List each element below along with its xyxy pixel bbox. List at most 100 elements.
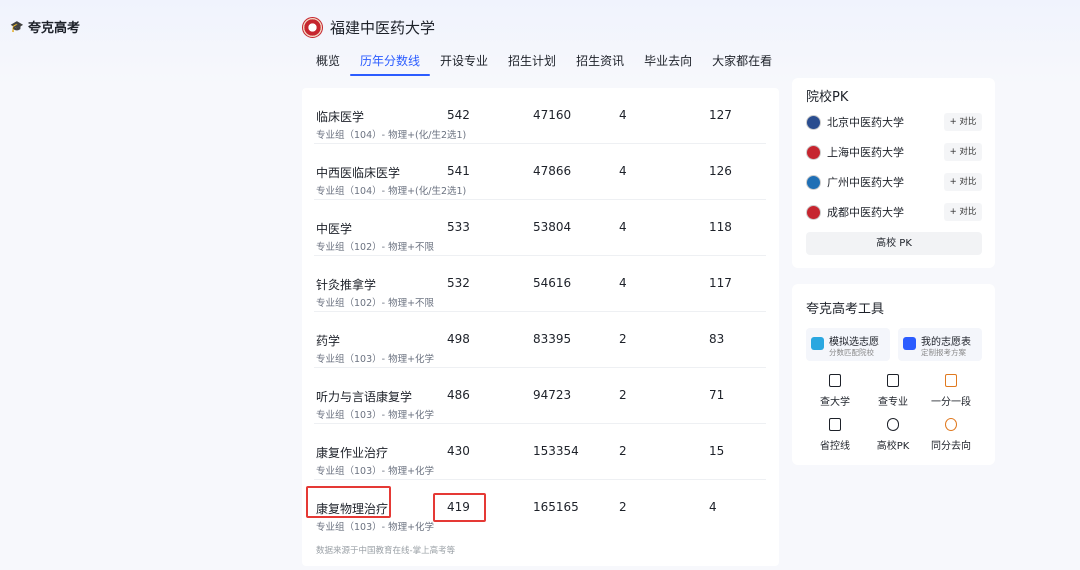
app-logo[interactable]: 🎓 夸克高考	[10, 17, 81, 37]
tab-majors[interactable]: 开设专业	[430, 52, 498, 76]
table-row[interactable]: 康复作业治疗 专业组（103）- 物理+化学 430 153354 2 15	[314, 424, 766, 480]
university-emblem-icon	[806, 174, 821, 190]
plan-count: 71	[709, 388, 725, 402]
major-group: 专业组（104）- 物理+(化/生2选1)	[316, 130, 467, 141]
pk-item: 上海中医药大学 + 对比	[806, 142, 982, 162]
major-group: 专业组（104）- 物理+(化/生2选1)	[316, 186, 467, 197]
table-row[interactable]: 针灸推拿学 专业组（102）- 物理+不限 532 54616 4 117	[314, 256, 766, 312]
major-name: 针灸推拿学	[316, 278, 377, 292]
highlight-box-score	[433, 493, 486, 522]
highlight-box-major	[306, 486, 391, 518]
tools-card: 夸克高考工具 模拟选志愿 分数匹配院校 我的志愿表 定制报考方案 查大学 查专业…	[792, 284, 995, 465]
graduation-cap-icon: 🎓	[10, 19, 24, 33]
min-rank: 53804	[533, 220, 572, 234]
logo-text: 夸克高考	[28, 21, 81, 36]
min-score: 542	[447, 108, 470, 122]
plan-count: 4	[709, 500, 717, 514]
min-rank: 47160	[533, 108, 572, 122]
my-volunteer-form-tool[interactable]: 我的志愿表 定制报考方案	[898, 328, 982, 361]
major-group: 专业组（103）- 物理+化学	[316, 354, 435, 365]
university-emblem-icon	[806, 144, 821, 160]
plan-count: 15	[709, 444, 725, 458]
university-name: 福建中医药大学	[330, 19, 436, 37]
university-header: 福建中医药大学	[302, 17, 435, 38]
tool-subtitle: 分数匹配院校	[829, 348, 874, 357]
tool-school-pk[interactable]: 高校PK	[868, 418, 918, 452]
tool-label: 高校PK	[876, 441, 910, 452]
pk-item: 成都中医药大学 + 对比	[806, 202, 982, 222]
tool-label: 查大学	[820, 397, 850, 408]
pk-school-name: 成都中医药大学	[827, 206, 904, 219]
tab-overview[interactable]: 概览	[306, 52, 350, 76]
pk-title: 院校PK	[806, 90, 849, 105]
shield-icon	[887, 418, 899, 431]
compare-button[interactable]: + 对比	[944, 113, 982, 131]
min-rank: 47866	[533, 164, 572, 178]
min-rank: 165165	[533, 500, 579, 514]
plan-count: 126	[709, 164, 732, 178]
tab-bar: 概览 历年分数线 开设专业 招生计划 招生资讯 毕业去向 大家都在看	[306, 52, 782, 76]
plan-count: 127	[709, 108, 732, 122]
tab-popular[interactable]: 大家都在看	[702, 52, 782, 76]
tool-find-university[interactable]: 查大学	[810, 374, 860, 408]
major-name: 临床医学	[316, 110, 365, 124]
min-rank: 83395	[533, 332, 572, 346]
pk-school-name: 广州中医药大学	[827, 176, 904, 189]
mock-volunteer-tool[interactable]: 模拟选志愿 分数匹配院校	[806, 328, 890, 361]
plan-count: 83	[709, 332, 725, 346]
compare-button[interactable]: + 对比	[944, 143, 982, 161]
university-emblem-icon	[806, 114, 821, 130]
major-group: 专业组（102）- 物理+不限	[316, 298, 435, 309]
table-row[interactable]: 中医学 专业组（102）- 物理+不限 533 53804 4 118	[314, 200, 766, 256]
plan-count: 117	[709, 276, 732, 290]
book-icon	[887, 374, 899, 387]
min-rank: 153354	[533, 444, 579, 458]
tool-find-major[interactable]: 查专业	[868, 374, 918, 408]
table-row[interactable]: 中西医临床医学 专业组（104）- 物理+(化/生2选1) 541 47866 …	[314, 144, 766, 200]
tool-subtitle: 定制报考方案	[921, 348, 966, 357]
years: 2	[619, 332, 627, 346]
major-group: 专业组（102）- 物理+不限	[316, 242, 435, 253]
plus-square-icon	[903, 337, 916, 350]
school-pk-button[interactable]: 高校 PK	[806, 232, 982, 255]
tab-enroll-plan[interactable]: 招生计划	[498, 52, 566, 76]
min-score: 486	[447, 388, 470, 402]
tool-label: 同分去向	[931, 441, 971, 452]
tools-title: 夸克高考工具	[806, 302, 885, 317]
table-row[interactable]: 临床医学 专业组（104）- 物理+(化/生2选1) 542 47160 4 1…	[314, 88, 766, 144]
score-icon	[945, 374, 957, 387]
pk-item: 北京中医药大学 + 对比	[806, 112, 982, 132]
tool-score-segment[interactable]: 一分一段	[926, 374, 976, 408]
compare-button[interactable]: + 对比	[944, 173, 982, 191]
tab-score-lines[interactable]: 历年分数线	[350, 52, 431, 76]
major-name: 康复作业治疗	[316, 446, 389, 460]
min-score: 430	[447, 444, 470, 458]
pk-school-name: 上海中医药大学	[827, 146, 904, 159]
monitor-icon	[829, 418, 841, 431]
table-row[interactable]: 药学 专业组（103）- 物理+化学 498 83395 2 83	[314, 312, 766, 368]
data-source-note: 数据来源于中国教育在线-掌上高考等	[316, 546, 456, 556]
tool-province-line[interactable]: 省控线	[810, 418, 860, 452]
plan-count: 118	[709, 220, 732, 234]
tool-title: 我的志愿表	[921, 337, 971, 348]
major-group: 专业组（103）- 物理+化学	[316, 522, 435, 533]
tab-enroll-news[interactable]: 招生资讯	[566, 52, 634, 76]
tab-graduate-destination[interactable]: 毕业去向	[634, 52, 702, 76]
compare-button[interactable]: + 对比	[944, 203, 982, 221]
years: 2	[619, 444, 627, 458]
tool-label: 一分一段	[931, 397, 971, 408]
table-row[interactable]: 听力与言语康复学 专业组（103）- 物理+化学 486 94723 2 71	[314, 368, 766, 424]
tool-same-score-destination[interactable]: 同分去向	[926, 418, 976, 452]
min-score: 532	[447, 276, 470, 290]
tool-title: 模拟选志愿	[829, 337, 879, 348]
tool-label: 省控线	[820, 441, 850, 452]
major-name: 听力与言语康复学	[316, 390, 413, 404]
years: 2	[619, 388, 627, 402]
min-rank: 94723	[533, 388, 572, 402]
tool-label: 查专业	[878, 397, 908, 408]
min-score: 541	[447, 164, 470, 178]
pk-school-name: 北京中医药大学	[827, 116, 904, 129]
major-group: 专业组（103）- 物理+化学	[316, 466, 435, 477]
cube-icon	[811, 337, 824, 350]
university-emblem-icon	[806, 204, 821, 220]
